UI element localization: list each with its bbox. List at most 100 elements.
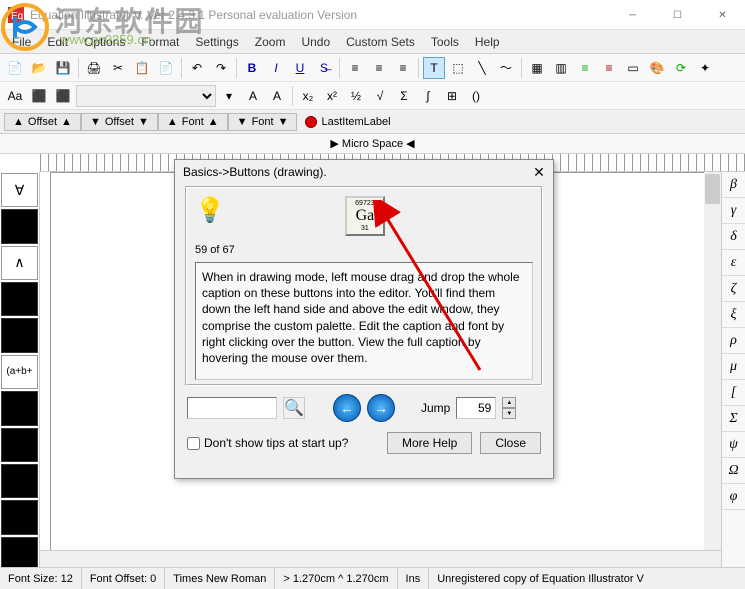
copy-icon[interactable]: 📋 bbox=[131, 57, 153, 79]
save-icon[interactable]: 💾 bbox=[52, 57, 74, 79]
menu-file[interactable]: File bbox=[4, 33, 39, 51]
menu-custom-sets[interactable]: Custom Sets bbox=[338, 33, 423, 51]
jump-spinner[interactable]: ▲▼ bbox=[502, 397, 516, 419]
font-family-select[interactable] bbox=[76, 85, 216, 107]
grid-icon[interactable]: ▦ bbox=[526, 57, 548, 79]
size-icon[interactable]: A bbox=[242, 85, 264, 107]
horizontal-scrollbar[interactable] bbox=[40, 550, 721, 567]
grid2-icon[interactable]: ▥ bbox=[550, 57, 572, 79]
line-icon[interactable]: ╲ bbox=[471, 57, 493, 79]
paste-icon[interactable]: 📄 bbox=[155, 57, 177, 79]
search-icon[interactable]: 🔍 bbox=[283, 397, 305, 419]
sup-icon[interactable]: x² bbox=[321, 85, 343, 107]
symbol-blank[interactable] bbox=[1, 282, 38, 316]
align-right-icon[interactable]: ≡ bbox=[392, 57, 414, 79]
refresh-icon[interactable]: ⟳ bbox=[670, 57, 692, 79]
text-tool-icon[interactable]: T bbox=[423, 57, 445, 79]
more-help-button[interactable]: More Help bbox=[387, 432, 472, 454]
close-button[interactable]: ✕ bbox=[700, 0, 745, 30]
lines2-icon[interactable]: ≡ bbox=[598, 57, 620, 79]
micro-space-bar[interactable]: ▶ Micro Space ◀ bbox=[0, 134, 745, 154]
next-tip-button[interactable]: → bbox=[367, 394, 395, 422]
lines-icon[interactable]: ≡ bbox=[574, 57, 596, 79]
symbol-xi[interactable]: ξ bbox=[722, 302, 745, 328]
cut-icon[interactable]: ✂ bbox=[107, 57, 129, 79]
color-icon[interactable]: 🎨 bbox=[646, 57, 668, 79]
strikethrough-icon[interactable]: S̶ bbox=[313, 57, 335, 79]
menu-options[interactable]: Options bbox=[76, 33, 133, 51]
select-icon[interactable]: ⬚ bbox=[447, 57, 469, 79]
menu-tools[interactable]: Tools bbox=[423, 33, 467, 51]
offset-down-button[interactable]: ▼ Offset ▼ bbox=[81, 113, 158, 131]
symbol-ab[interactable]: (a+b+ bbox=[1, 355, 38, 389]
gallium-button[interactable]: 69723 Ga 31 bbox=[345, 196, 385, 236]
symbol-psi[interactable]: ψ bbox=[722, 432, 745, 458]
symbol-blank[interactable] bbox=[1, 500, 38, 534]
star-icon[interactable]: ✦ bbox=[694, 57, 716, 79]
symbol-blank[interactable] bbox=[1, 428, 38, 462]
style-icon[interactable]: ⬛ bbox=[28, 85, 50, 107]
style2-icon[interactable]: ⬛ bbox=[52, 85, 74, 107]
close-dialog-button[interactable]: Close bbox=[480, 432, 541, 454]
bracket-icon[interactable]: () bbox=[465, 85, 487, 107]
symbol-mu[interactable]: μ bbox=[722, 354, 745, 380]
font-size-down-icon[interactable]: ▾ bbox=[218, 85, 240, 107]
symbol-delta[interactable]: δ bbox=[722, 224, 745, 250]
symbol-gamma[interactable]: γ bbox=[722, 198, 745, 224]
underline-icon[interactable]: U bbox=[289, 57, 311, 79]
minimize-button[interactable]: ─ bbox=[610, 0, 655, 30]
dont-show-checkbox[interactable] bbox=[187, 437, 200, 450]
symbol-blank[interactable] bbox=[1, 391, 38, 425]
align-center-icon[interactable]: ≡ bbox=[368, 57, 390, 79]
symbol-wedge[interactable]: ∧ bbox=[1, 246, 38, 280]
symbol-rho[interactable]: ρ bbox=[722, 328, 745, 354]
font-tool-icon[interactable]: Aa bbox=[4, 85, 26, 107]
dialog-close-button[interactable]: ✕ bbox=[529, 162, 549, 182]
prev-tip-button[interactable]: ← bbox=[333, 394, 361, 422]
undo-icon[interactable]: ↶ bbox=[186, 57, 208, 79]
symbol-zeta[interactable]: ζ bbox=[722, 276, 745, 302]
symbol-omega[interactable]: Ω bbox=[722, 458, 745, 484]
search-input[interactable] bbox=[187, 397, 277, 419]
align-left-icon[interactable]: ≡ bbox=[344, 57, 366, 79]
italic-icon[interactable]: I bbox=[265, 57, 287, 79]
symbol-blank[interactable] bbox=[1, 318, 38, 352]
menu-edit[interactable]: Edit bbox=[39, 33, 76, 51]
sum-icon[interactable]: Σ bbox=[393, 85, 415, 107]
offset-up-button[interactable]: ▲ Offset ▲ bbox=[4, 113, 81, 131]
menu-zoom[interactable]: Zoom bbox=[247, 33, 294, 51]
symbol-forall[interactable]: ∀ bbox=[1, 173, 38, 207]
open-icon[interactable]: 📂 bbox=[28, 57, 50, 79]
symbol-beta[interactable]: β bbox=[722, 172, 745, 198]
symbol-sigma[interactable]: Σ bbox=[722, 406, 745, 432]
separator bbox=[339, 58, 340, 78]
int-icon[interactable]: ∫ bbox=[417, 85, 439, 107]
sqrt-icon[interactable]: √ bbox=[369, 85, 391, 107]
symbol-phi[interactable]: φ bbox=[722, 484, 745, 510]
vertical-scrollbar[interactable] bbox=[704, 172, 721, 572]
symbol-blank[interactable] bbox=[1, 464, 38, 498]
font-up-button[interactable]: ▲ Font ▲ bbox=[158, 113, 228, 131]
matrix-icon[interactable]: ⊞ bbox=[441, 85, 463, 107]
font-down-button[interactable]: ▼ Font ▼ bbox=[228, 113, 298, 131]
sub-icon[interactable]: x₂ bbox=[297, 85, 319, 107]
size2-icon[interactable]: A bbox=[266, 85, 288, 107]
redo-icon[interactable]: ↷ bbox=[210, 57, 232, 79]
jump-input[interactable] bbox=[456, 397, 496, 419]
menu-undo[interactable]: Undo bbox=[293, 33, 338, 51]
bold-icon[interactable]: B bbox=[241, 57, 263, 79]
menu-help[interactable]: Help bbox=[467, 33, 508, 51]
frac-icon[interactable]: ½ bbox=[345, 85, 367, 107]
menu-format[interactable]: Format bbox=[133, 33, 187, 51]
maximize-button[interactable]: ☐ bbox=[655, 0, 700, 30]
symbol-blank[interactable] bbox=[1, 537, 38, 571]
symbol-epsilon[interactable]: ε bbox=[722, 250, 745, 276]
scrollbar-thumb[interactable] bbox=[705, 174, 720, 204]
new-icon[interactable]: 📄 bbox=[4, 57, 26, 79]
symbol-blank[interactable] bbox=[1, 209, 38, 243]
symbol-bracket[interactable]: [ bbox=[722, 380, 745, 406]
curve-icon[interactable]: ～ bbox=[495, 57, 517, 79]
menu-settings[interactable]: Settings bbox=[187, 33, 246, 51]
print-icon[interactable]: 🖨 bbox=[83, 57, 105, 79]
box-icon[interactable]: ▭ bbox=[622, 57, 644, 79]
